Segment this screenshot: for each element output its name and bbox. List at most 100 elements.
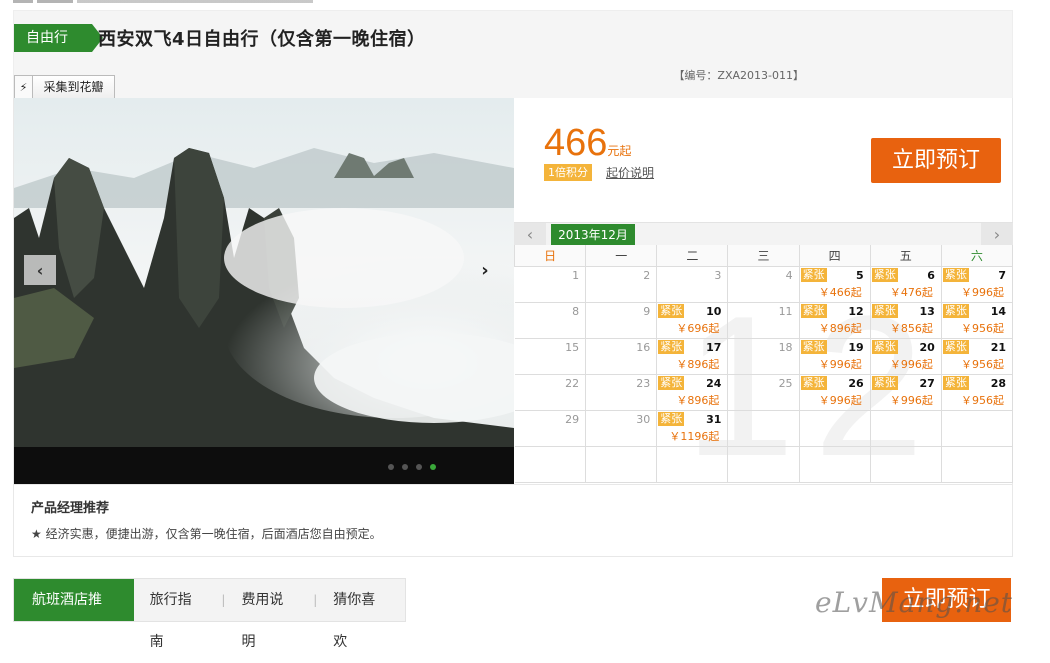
- day-number: 7: [998, 268, 1006, 282]
- calendar-day[interactable]: 紧张 28 ￥956起: [940, 373, 1013, 411]
- calendar-day: 25: [727, 373, 800, 411]
- weekday-sun: 日: [514, 245, 587, 267]
- day-number: 25: [778, 376, 793, 390]
- weekday-sat: 六: [940, 245, 1013, 267]
- tight-badge: 紧张: [658, 375, 685, 390]
- calendar-day: 18: [727, 337, 800, 375]
- day-number: 26: [848, 376, 864, 390]
- calendar-week: [514, 445, 1013, 483]
- calendar-day[interactable]: 紧张 24 ￥896起: [656, 373, 729, 411]
- calendar-day: [940, 409, 1013, 447]
- tight-badge: 紧张: [871, 267, 898, 282]
- calendar-week: 22 23 紧张 24 ￥896起 25 紧张 26 ￥996起 紧张 27 ￥996起 紧张 28 ￥95…: [514, 373, 1013, 411]
- calendar-day: 22: [514, 373, 587, 411]
- calendar-day[interactable]: 紧张 10 ￥696起: [656, 301, 729, 339]
- slider-next-icon[interactable]: ›: [469, 255, 501, 285]
- slider-dot[interactable]: [402, 464, 408, 470]
- calendar-day[interactable]: 紧张 17 ￥896起: [656, 337, 729, 375]
- calendar-prev-icon[interactable]: ‹: [514, 223, 546, 245]
- product-title: 西安双飞4日自由行（仅含第一晚住宿）: [98, 29, 426, 50]
- day-number: 1: [572, 268, 580, 282]
- calendar-day[interactable]: 紧张 6 ￥476起: [869, 265, 942, 303]
- calendar-week: 8 9 紧张 10 ￥696起 11 紧张 12 ￥896起 紧张 13 ￥856起 紧张 14 ￥956起: [514, 301, 1013, 339]
- day-price: ￥996起: [889, 393, 933, 407]
- calendar-day: 9: [585, 301, 658, 339]
- calendar-day: 16: [585, 337, 658, 375]
- calendar-day: 4: [727, 265, 800, 303]
- day-price: ￥996起: [818, 357, 862, 371]
- day-number: 20: [919, 340, 935, 354]
- calendar-day: [869, 409, 942, 447]
- points-badge: 1倍积分: [544, 164, 592, 181]
- tab-recommend[interactable]: 猜你喜欢: [317, 579, 405, 650]
- bolt-icon: ⚡: [15, 76, 33, 99]
- day-number: 6: [927, 268, 935, 282]
- slider-dots: [388, 464, 436, 470]
- collect-button[interactable]: ⚡ 采集到花瓣: [14, 75, 115, 100]
- tab-cost[interactable]: 费用说明: [225, 579, 313, 650]
- calendar-day[interactable]: 紧张 31 ￥1196起: [656, 409, 729, 447]
- calendar-day[interactable]: 紧张 13 ￥856起: [869, 301, 942, 339]
- collect-label: 采集到花瓣: [33, 76, 114, 99]
- recommendation-title: 产品经理推荐: [31, 501, 110, 516]
- slider-dot-active[interactable]: [430, 464, 436, 470]
- calendar-day[interactable]: 紧张 5 ￥466起: [798, 265, 871, 303]
- manager-recommendation: 产品经理推荐 ★ 经济实惠，便捷出游，仅含第一晚住宿，后面酒店您自由预定。: [13, 485, 1013, 557]
- day-number: 17: [706, 340, 722, 354]
- calendar-day[interactable]: 紧张 20 ￥996起: [869, 337, 942, 375]
- tight-badge: 紧张: [942, 303, 969, 318]
- tight-badge: 紧张: [658, 303, 685, 318]
- day-price: ￥956起: [961, 393, 1004, 407]
- book-now-button[interactable]: 立即预订: [871, 138, 1001, 183]
- tight-badge: 紧张: [800, 303, 827, 318]
- category-tag: 自由行: [14, 24, 103, 52]
- tight-badge: 紧张: [800, 267, 827, 282]
- day-price: ￥996起: [961, 285, 1004, 299]
- day-price: ￥956起: [961, 321, 1004, 335]
- calendar-day: [727, 409, 800, 447]
- day-number: 15: [565, 340, 580, 354]
- product-code: 【编号：ZXA2013-011】: [673, 69, 804, 82]
- slider-dot[interactable]: [388, 464, 394, 470]
- day-number: 3: [714, 268, 722, 282]
- calendar-day[interactable]: 紧张 7 ￥996起: [940, 265, 1013, 303]
- day-number: 12: [848, 304, 864, 318]
- calendar-day[interactable]: 紧张 21 ￥956起: [940, 337, 1013, 375]
- calendar-day[interactable]: 紧张 12 ￥896起: [798, 301, 871, 339]
- day-price: ￥466起: [818, 285, 862, 299]
- weekday-mon: 一: [585, 245, 658, 267]
- price-value: 466: [544, 122, 608, 164]
- calendar-day: [869, 445, 942, 483]
- day-number: 22: [565, 376, 580, 390]
- slider-prev-icon[interactable]: ‹: [24, 255, 56, 285]
- product-main: ‹ › 466元起 1倍积分 起价说明 立即预订 ‹ 2013年12月 › 12: [13, 98, 1013, 485]
- day-number: 13: [919, 304, 935, 318]
- calendar-day: [727, 445, 800, 483]
- tab-flight-hotel[interactable]: 航班酒店推荐: [14, 579, 134, 650]
- calendar-day: [656, 445, 729, 483]
- tight-badge: 紧张: [658, 411, 685, 426]
- calendar-day: [940, 445, 1013, 483]
- product-header: 自由行 西安双飞4日自由行（仅含第一晚住宿） 【编号：ZXA2013-011】 …: [13, 10, 1013, 100]
- day-number: 4: [785, 268, 793, 282]
- calendar-week: 15 16 紧张 17 ￥896起 18 紧张 19 ￥996起 紧张 20 ￥996起 紧张 21 ￥95…: [514, 337, 1013, 375]
- day-price: ￥956起: [961, 357, 1004, 371]
- calendar-next-icon[interactable]: ›: [981, 223, 1013, 245]
- calendar-day[interactable]: 紧张 27 ￥996起: [869, 373, 942, 411]
- calendar-day[interactable]: 紧张 26 ￥996起: [798, 373, 871, 411]
- tight-badge: 紧张: [942, 375, 969, 390]
- tight-badge: 紧张: [871, 339, 898, 354]
- calendar-day[interactable]: 紧张 14 ￥956起: [940, 301, 1013, 339]
- day-number: 23: [636, 376, 651, 390]
- calendar-day[interactable]: 紧张 19 ￥996起: [798, 337, 871, 375]
- calendar-day: [798, 409, 871, 447]
- calendar-day: 8: [514, 301, 587, 339]
- price-unit: 元起: [607, 144, 632, 158]
- slider-dot[interactable]: [416, 464, 422, 470]
- tight-badge: 紧张: [871, 303, 898, 318]
- start-price-note-link[interactable]: 起价说明: [606, 164, 654, 181]
- day-number: 2: [643, 268, 651, 282]
- tight-badge: 紧张: [800, 339, 827, 354]
- tab-travel-guide[interactable]: 旅行指南: [134, 579, 222, 650]
- weekday-wed: 三: [727, 245, 800, 267]
